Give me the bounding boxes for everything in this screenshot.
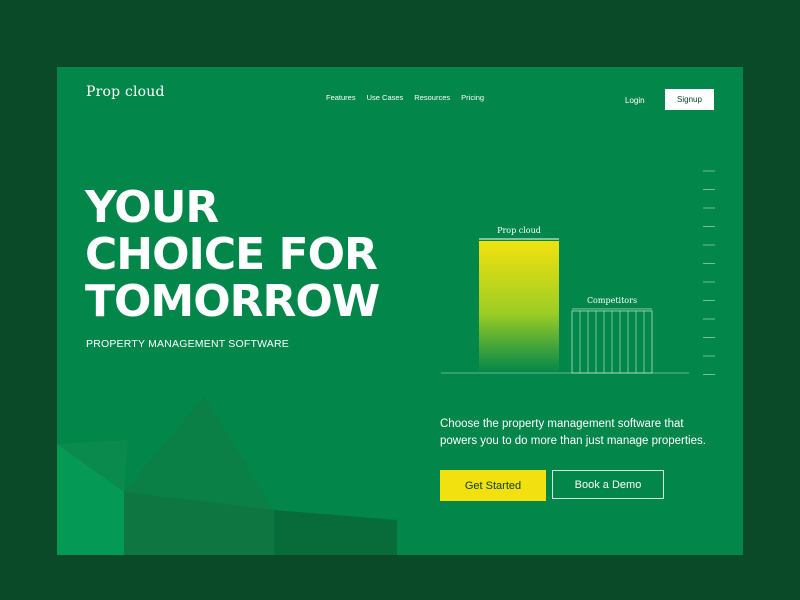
hero-description: Choose the property management software …	[440, 418, 706, 447]
house-right-wall	[274, 510, 397, 555]
chart-bar-competitors	[571, 308, 653, 374]
login-link[interactable]: Login	[625, 96, 645, 105]
hero-subtitle: PROPERTY MANAGEMENT SOFTWARE	[86, 338, 289, 350]
hero-frame: Prop cloud Features Use Cases Resources …	[57, 67, 743, 555]
nav-item-features[interactable]: Features	[326, 93, 356, 102]
chart-bar-prop-cloud	[479, 238, 559, 373]
chart-label-competitors: Competitors	[587, 296, 637, 305]
book-demo-button[interactable]: Book a Demo	[552, 470, 664, 499]
chart-ruler	[703, 170, 715, 375]
headline-line-2: CHOICE FOR	[85, 229, 378, 280]
signup-button[interactable]: Signup	[665, 89, 714, 110]
chart-label-prop-cloud: Prop cloud	[497, 226, 541, 235]
main-nav: Features Use Cases Resources Pricing	[326, 93, 484, 102]
hero-headline: YOUR CHOICE FOR TOMORROW	[85, 182, 380, 327]
nav-item-use-cases[interactable]: Use Cases	[367, 93, 404, 102]
headline-line-3: TOMORROW	[85, 276, 380, 327]
comparison-chart: Prop cloud Competitors	[441, 170, 715, 375]
headline-line-1: YOUR	[85, 182, 219, 233]
get-started-button[interactable]: Get Started	[440, 470, 546, 501]
nav-item-resources[interactable]: Resources	[414, 93, 450, 102]
house-illustration	[57, 397, 397, 555]
nav-item-pricing[interactable]: Pricing	[461, 93, 484, 102]
brand-logo[interactable]: Prop cloud	[86, 84, 165, 100]
